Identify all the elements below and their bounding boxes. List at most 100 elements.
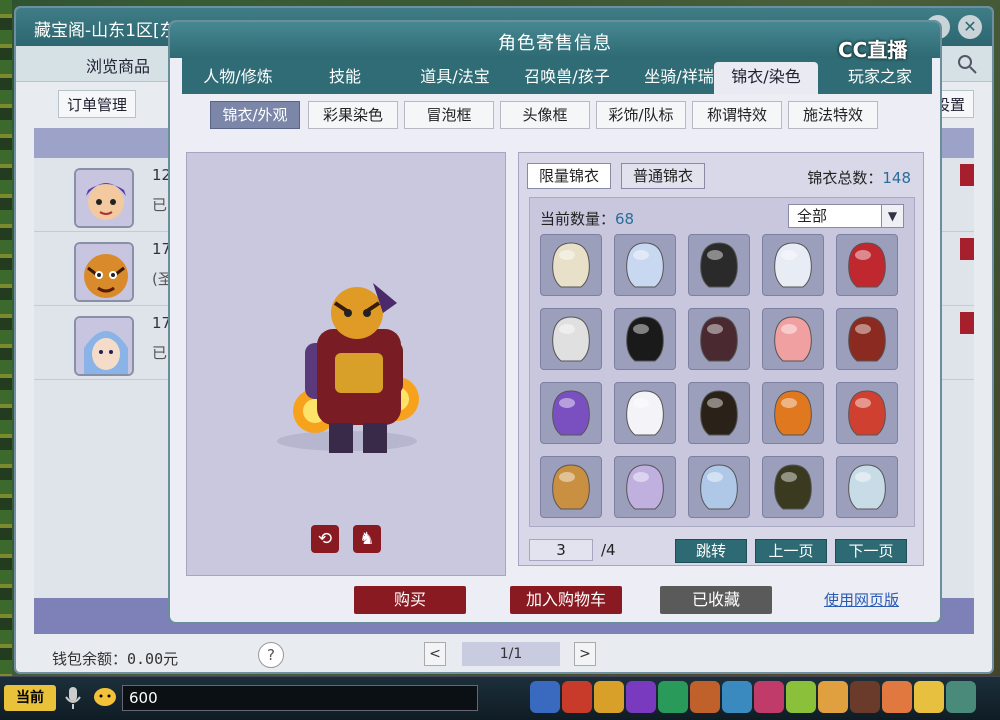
role-consignment-dialog: 角色寄售信息 人物/修炼 技能 道具/法宝 召唤兽/孩子 坐骑/祥瑞 锦衣/染色… — [168, 20, 942, 624]
peach-icon[interactable] — [882, 681, 912, 713]
add-to-cart-button[interactable]: 加入购物车 — [510, 586, 622, 614]
tab-items[interactable]: 道具/法宝 — [400, 62, 510, 94]
sword-icon[interactable] — [530, 681, 560, 713]
prev-page-button[interactable]: < — [424, 642, 446, 666]
buy-button[interactable]: 购买 — [354, 586, 466, 614]
outfit-item[interactable] — [762, 382, 824, 444]
outfit-item[interactable] — [688, 456, 750, 518]
main-tabs: 人物/修炼 技能 道具/法宝 召唤兽/孩子 坐骑/祥瑞 锦衣/染色 玩家之家 — [182, 58, 932, 94]
map-icon[interactable] — [786, 681, 816, 713]
outfit-item[interactable] — [688, 308, 750, 370]
nav-browse-goods[interactable]: 浏览商品 — [86, 53, 150, 77]
outfit-item[interactable] — [836, 382, 898, 444]
dialog-titlebar[interactable]: 角色寄售信息 — [170, 22, 940, 58]
filter-dropdown[interactable]: 全部 ▼ — [788, 204, 904, 228]
tab-pets[interactable]: 召唤兽/孩子 — [512, 62, 622, 94]
tab-home[interactable]: 玩家之家 — [830, 62, 930, 94]
chevron-down-icon[interactable]: ▼ — [881, 205, 903, 227]
black-hair-gold-band-icon — [626, 316, 664, 362]
subtab-dye[interactable]: 彩果染色 — [308, 101, 398, 129]
help-icon[interactable]: ? — [258, 642, 284, 668]
total-outfits-label: 锦衣总数： — [807, 169, 883, 187]
dialog-title: 角色寄售信息 — [498, 33, 612, 54]
purple-hair-icon — [552, 390, 590, 436]
web-version-link[interactable]: 使用网页版 — [824, 589, 899, 610]
sub-tabs: 锦衣/外观 彩果染色 冒泡框 头像框 彩饰/队标 称谓特效 施法特效 — [182, 96, 932, 134]
smile-icon[interactable] — [914, 681, 944, 713]
black-bun-hair-icon — [700, 390, 738, 436]
tab-limited-outfits[interactable]: 限量锦衣 — [527, 163, 611, 189]
row-status: 已 — [152, 196, 168, 214]
outfit-item[interactable] — [688, 234, 750, 296]
close-icon[interactable]: ✕ — [958, 15, 982, 39]
shop-icon[interactable] — [818, 681, 848, 713]
page-input[interactable]: 3 — [529, 539, 593, 561]
row-status: 已 — [152, 344, 168, 362]
next-page-button[interactable]: > — [574, 642, 596, 666]
microphone-icon[interactable] — [62, 685, 84, 711]
tab-character[interactable]: 人物/修炼 — [186, 62, 290, 94]
outfit-pager: 3 /4 跳转 上一页 下一页 — [529, 539, 915, 563]
guild-icon[interactable] — [850, 681, 880, 713]
prev-page-button[interactable]: 上一页 — [755, 539, 827, 563]
team-icon[interactable] — [690, 681, 720, 713]
chest-icon[interactable] — [562, 681, 592, 713]
page-indicator: 1/1 — [462, 642, 560, 666]
red-hair-goggles-icon — [848, 242, 886, 288]
outfit-item[interactable] — [762, 234, 824, 296]
pet-icon[interactable] — [658, 681, 688, 713]
jump-button[interactable]: 跳转 — [675, 539, 747, 563]
outfit-item[interactable] — [762, 456, 824, 518]
subtab-avatar-frame[interactable]: 头像框 — [500, 101, 590, 129]
skill-icon[interactable] — [626, 681, 656, 713]
avatar — [74, 242, 134, 302]
tab-skills[interactable]: 技能 — [300, 62, 390, 94]
outfit-item[interactable] — [540, 308, 602, 370]
avatar — [74, 168, 134, 228]
emoji-icon[interactable] — [92, 685, 118, 711]
outfit-item[interactable] — [836, 234, 898, 296]
tab-outfits[interactable]: 锦衣/染色 — [714, 62, 818, 94]
pink-hair-icon — [774, 316, 812, 362]
gift-icon[interactable] — [754, 681, 784, 713]
outfit-item[interactable] — [540, 234, 602, 296]
order-management-button[interactable]: 订单管理 — [58, 90, 137, 118]
outfit-item[interactable] — [540, 382, 602, 444]
next-page-button[interactable]: 下一页 — [835, 539, 907, 563]
subtab-outfit-appearance[interactable]: 锦衣/外观 — [210, 101, 300, 129]
favorited-button[interactable]: 已收藏 — [660, 586, 772, 614]
pose-icon[interactable]: ♞ — [353, 525, 381, 553]
outfit-item[interactable] — [762, 308, 824, 370]
subtab-title-effect[interactable]: 称谓特效 — [692, 101, 782, 129]
outfit-panel: 限量锦衣 普通锦衣 锦衣总数：148 当前数量：68 全部 ▼ 3 /4 跳转 … — [518, 152, 924, 566]
subtab-team-badge[interactable]: 彩饰/队标 — [596, 101, 686, 129]
outfit-item[interactable] — [614, 234, 676, 296]
current-count-value: 68 — [615, 210, 635, 228]
outfit-item[interactable] — [836, 308, 898, 370]
chat-channel-button[interactable]: 当前 — [4, 685, 56, 711]
subtab-spell-effect[interactable]: 施法特效 — [788, 101, 878, 129]
orange-hair-clip-icon — [774, 390, 812, 436]
search-icon[interactable] — [954, 52, 982, 76]
friend-icon[interactable] — [722, 681, 752, 713]
blue-white-dress-outfit-icon — [626, 242, 664, 288]
rotate-icon[interactable]: ⟲ — [311, 525, 339, 553]
outfit-item[interactable] — [688, 382, 750, 444]
bag-icon[interactable] — [594, 681, 624, 713]
subtab-bubble-frame[interactable]: 冒泡框 — [404, 101, 494, 129]
outfit-item[interactable] — [614, 456, 676, 518]
row-action-marker[interactable] — [960, 238, 974, 260]
filter-value: 全部 — [797, 207, 828, 225]
silver-hair-icon — [552, 316, 590, 362]
outfit-item[interactable] — [540, 456, 602, 518]
system-icon[interactable] — [946, 681, 976, 713]
tab-normal-outfits[interactable]: 普通锦衣 — [621, 163, 705, 189]
white-gown-outfit-icon — [774, 242, 812, 288]
outfit-item[interactable] — [836, 456, 898, 518]
row-action-marker[interactable] — [960, 164, 974, 186]
black-armor-outfit-icon — [700, 242, 738, 288]
chat-input[interactable]: 600 — [122, 685, 478, 711]
row-action-marker[interactable] — [960, 312, 974, 334]
outfit-item[interactable] — [614, 308, 676, 370]
outfit-item[interactable] — [614, 382, 676, 444]
